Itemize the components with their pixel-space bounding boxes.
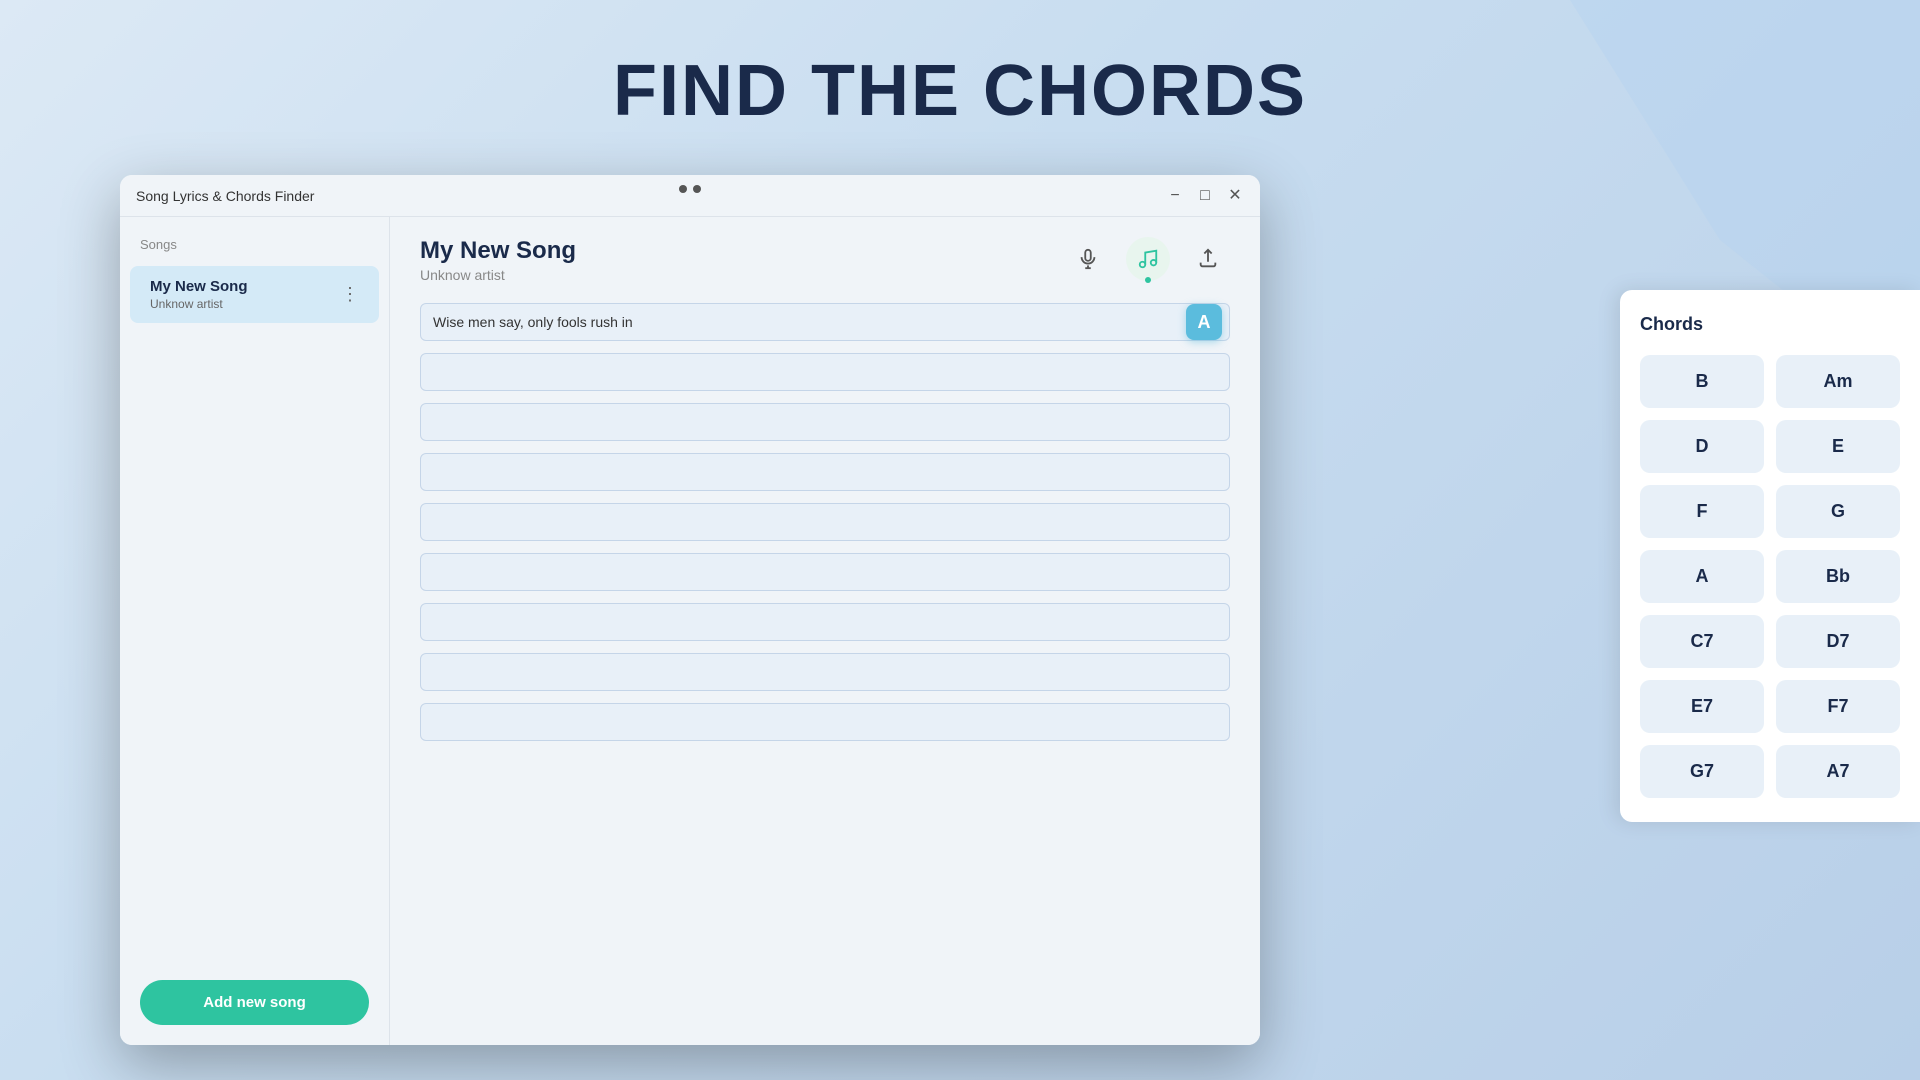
line-input-0[interactable] — [420, 303, 1230, 341]
line-input-5[interactable] — [420, 553, 1230, 591]
chord-btn-e7[interactable]: E7 — [1640, 680, 1764, 733]
chord-btn-g[interactable]: G — [1776, 485, 1900, 538]
add-song-button[interactable]: Add new song — [140, 980, 369, 1025]
line-row-3 — [420, 453, 1230, 491]
chord-btn-am[interactable]: Am — [1776, 355, 1900, 408]
webcam-dot-1 — [679, 185, 687, 193]
chord-btn-e[interactable]: E — [1776, 420, 1900, 473]
window-title: Song Lyrics & Chords Finder — [136, 188, 1166, 204]
title-bar: Song Lyrics & Chords Finder − □ ✕ — [120, 175, 1260, 217]
chord-btn-bb[interactable]: Bb — [1776, 550, 1900, 603]
chord-btn-a[interactable]: A — [1640, 550, 1764, 603]
line-input-1[interactable] — [420, 353, 1230, 391]
song-artist: Unknow artist — [420, 267, 576, 283]
song-header-info: My New Song Unknow artist — [420, 237, 576, 283]
maximize-button[interactable]: □ — [1196, 187, 1214, 205]
line-input-7[interactable] — [420, 653, 1230, 691]
song-list-info: My New Song Unknow artist — [150, 278, 248, 311]
line-input-3[interactable] — [420, 453, 1230, 491]
line-input-2[interactable] — [420, 403, 1230, 441]
chords-panel: Chords B Am D E F G A Bb C7 D7 E7 F7 G7 … — [1620, 290, 1920, 822]
sidebar-song-item[interactable]: My New Song Unknow artist ⋮ — [130, 266, 379, 323]
line-row-1 — [420, 353, 1230, 391]
line-input-6[interactable] — [420, 603, 1230, 641]
chord-btn-a7[interactable]: A7 — [1776, 745, 1900, 798]
sidebar: Songs My New Song Unknow artist ⋮ Add ne… — [120, 217, 390, 1045]
title-bar-controls: − □ ✕ — [1166, 187, 1244, 205]
line-row-0: A — [420, 303, 1230, 341]
main-editor: My New Song Unknow artist — [390, 217, 1260, 1045]
song-title: My New Song — [420, 237, 576, 265]
sidebar-bottom: Add new song — [120, 960, 389, 1045]
webcam-dot-2 — [693, 185, 701, 193]
line-row-6 — [420, 603, 1230, 641]
editor-area: A — [390, 293, 1260, 1045]
line-input-4[interactable] — [420, 503, 1230, 541]
song-header: My New Song Unknow artist — [390, 217, 1260, 293]
share-button[interactable] — [1186, 237, 1230, 281]
chord-btn-d7[interactable]: D7 — [1776, 615, 1900, 668]
app-window: Song Lyrics & Chords Finder − □ ✕ Songs … — [120, 175, 1260, 1045]
line-row-4 — [420, 503, 1230, 541]
line-row-5 — [420, 553, 1230, 591]
chords-panel-title: Chords — [1640, 314, 1900, 335]
mic-button[interactable] — [1066, 237, 1110, 281]
chord-btn-f[interactable]: F — [1640, 485, 1764, 538]
chord-btn-c7[interactable]: C7 — [1640, 615, 1764, 668]
close-button[interactable]: ✕ — [1226, 187, 1244, 205]
song-list-item-title: My New Song — [150, 278, 248, 295]
song-list-item-artist: Unknow artist — [150, 297, 248, 311]
chord-btn-d[interactable]: D — [1640, 420, 1764, 473]
webcam-indicator — [679, 185, 701, 193]
chord-btn-b[interactable]: B — [1640, 355, 1764, 408]
line-input-8[interactable] — [420, 703, 1230, 741]
line-row-8 — [420, 703, 1230, 741]
app-content: Songs My New Song Unknow artist ⋮ Add ne… — [120, 217, 1260, 1045]
line-row-7 — [420, 653, 1230, 691]
music-notes-button[interactable] — [1126, 237, 1170, 281]
toolbar-icons — [1066, 237, 1230, 281]
chord-btn-f7[interactable]: F7 — [1776, 680, 1900, 733]
song-menu-button[interactable]: ⋮ — [341, 284, 359, 305]
chord-btn-g7[interactable]: G7 — [1640, 745, 1764, 798]
sidebar-section-label: Songs — [120, 217, 389, 262]
chord-badge-a[interactable]: A — [1186, 304, 1222, 340]
chords-grid: B Am D E F G A Bb C7 D7 E7 F7 G7 A7 — [1640, 355, 1900, 798]
line-row-2 — [420, 403, 1230, 441]
minimize-button[interactable]: − — [1166, 187, 1184, 205]
